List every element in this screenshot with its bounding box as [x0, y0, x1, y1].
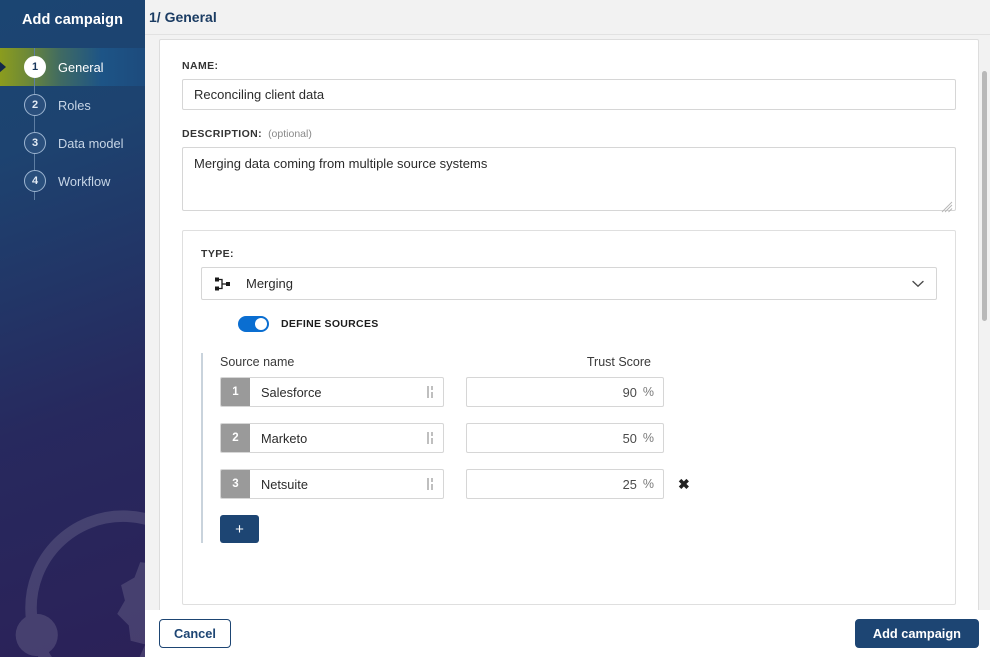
sidebar-item-roles[interactable]: 2 Roles — [0, 86, 145, 124]
wizard-steps: 1 General 2 Roles 3 Data model 4 Workflo… — [0, 48, 145, 200]
cancel-button[interactable]: Cancel — [159, 619, 231, 648]
source-name-value: Netsuite — [261, 476, 308, 492]
add-campaign-wizard: Add campaign 1 General 2 Roles 3 Data mo… — [0, 0, 990, 657]
sidebar-item-label: Roles — [58, 97, 91, 113]
type-label: TYPE: — [201, 248, 234, 260]
source-name-field[interactable]: 1 Salesforce — [220, 377, 444, 407]
type-select-value: Merging — [246, 276, 293, 291]
merge-nodes-icon — [215, 277, 230, 290]
drag-handle-icon[interactable] — [426, 477, 436, 491]
source-index-badge: 1 — [221, 378, 250, 406]
active-step-arrow-icon — [0, 56, 6, 78]
source-row: 3 Netsuite 25 % ✖ — [220, 469, 937, 499]
main-area: 1/ General NAME: DESCRIPTION: (optional) … — [145, 0, 990, 657]
source-name-value: Marketo — [261, 430, 308, 446]
name-label: NAME: — [182, 60, 219, 72]
sidebar-title: Add campaign — [21, 12, 124, 28]
trust-score-value: 90 — [622, 384, 637, 400]
remove-source-button[interactable]: ✖ — [678, 477, 690, 491]
award-ribbon-watermark-icon — [15, 510, 145, 657]
percent-symbol: % — [642, 385, 654, 399]
source-name-field[interactable]: 3 Netsuite — [220, 469, 444, 499]
step-number-badge: 2 — [24, 94, 46, 116]
define-sources-label: DEFINE SOURCES — [281, 318, 379, 330]
description-label-text: DESCRIPTION: — [182, 128, 263, 140]
column-header-source-name: Source name — [220, 355, 295, 369]
scrollbar-thumb[interactable] — [982, 71, 987, 321]
column-header-trust-score: Trust Score — [586, 355, 651, 369]
trust-score-field[interactable]: 90 % — [466, 377, 664, 407]
wizard-footer: Cancel Add campaign — [145, 610, 990, 657]
form-scroll-region: NAME: DESCRIPTION: (optional) Merging dat… — [145, 35, 990, 610]
wizard-sidebar: Add campaign 1 General 2 Roles 3 Data mo… — [0, 0, 145, 657]
sidebar-item-workflow[interactable]: 4 Workflow — [0, 162, 145, 200]
source-index-badge: 3 — [221, 470, 250, 498]
drag-handle-icon[interactable] — [426, 385, 436, 399]
vertical-scrollbar[interactable] — [981, 71, 988, 610]
description-label: DESCRIPTION: (optional) — [182, 128, 956, 140]
sidebar-item-general[interactable]: 1 General — [0, 48, 145, 86]
sources-section: Source name Trust Score 1 Salesforce 90 … — [201, 353, 937, 543]
type-select[interactable]: Merging — [201, 267, 937, 300]
campaign-description-textarea[interactable]: Merging data coming from multiple source… — [182, 147, 956, 211]
type-panel: TYPE: Merging DEFINE SOURCES Source name… — [182, 230, 956, 605]
source-name-value: Salesforce — [261, 384, 322, 400]
define-sources-toggle[interactable] — [238, 316, 269, 332]
define-sources-toggle-row: DEFINE SOURCES — [201, 316, 937, 332]
source-index-badge: 2 — [221, 424, 250, 452]
toggle-knob — [255, 318, 267, 330]
source-row: 1 Salesforce 90 % — [220, 377, 937, 407]
trust-score-value: 50 — [622, 430, 637, 446]
percent-symbol: % — [642, 477, 654, 491]
trust-score-value: 25 — [622, 476, 637, 492]
sidebar-item-label: Workflow — [58, 173, 111, 189]
sidebar-item-data-model[interactable]: 3 Data model — [0, 124, 145, 162]
page-header: 1/ General — [145, 0, 990, 35]
source-name-field[interactable]: 2 Marketo — [220, 423, 444, 453]
step-number-badge: 4 — [24, 170, 46, 192]
step-number-badge: 1 — [24, 56, 46, 78]
add-campaign-button[interactable]: Add campaign — [854, 619, 979, 648]
add-source-button[interactable]: + — [220, 515, 259, 543]
chevron-down-icon — [912, 280, 924, 287]
sources-table-header: Source name Trust Score — [220, 355, 651, 377]
drag-handle-icon[interactable] — [426, 431, 436, 445]
step-number-badge: 3 — [24, 132, 46, 154]
description-optional-text: (optional) — [268, 128, 312, 140]
general-step-card: NAME: DESCRIPTION: (optional) Merging dat… — [159, 39, 979, 610]
trust-score-field[interactable]: 50 % — [466, 423, 664, 453]
trust-score-field[interactable]: 25 % — [466, 469, 664, 499]
sidebar-item-label: Data model — [58, 135, 124, 151]
percent-symbol: % — [642, 431, 654, 445]
source-row: 2 Marketo 50 % — [220, 423, 937, 453]
sidebar-item-label: General — [58, 59, 104, 75]
breadcrumb: 1/ General — [149, 9, 217, 25]
campaign-name-input[interactable] — [182, 79, 956, 110]
